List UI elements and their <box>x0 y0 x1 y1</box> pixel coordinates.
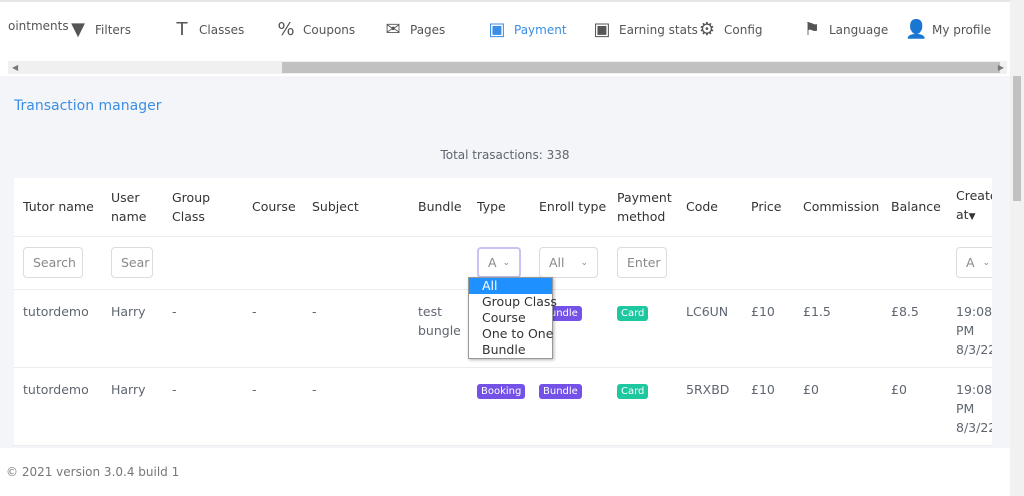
chevron-down-icon: ⌄ <box>982 257 990 268</box>
nav-pages[interactable]: ✉ Pages <box>383 19 445 40</box>
footer: © 2021 version 3.0.4 build 1 <box>0 448 1010 496</box>
nav-payment[interactable]: ▣ Payment <box>487 19 566 40</box>
user-icon: 👤 <box>905 19 928 40</box>
col-user-name: User name <box>102 178 163 237</box>
percent-icon: % <box>277 19 295 40</box>
scrollbar-thumb[interactable] <box>1013 76 1021 201</box>
envelope-icon: ✉ <box>385 19 401 40</box>
payment-method-input[interactable]: Enter <box>617 247 667 278</box>
chevron-down-icon: ⌄ <box>502 257 510 268</box>
col-group-class: Group Class <box>163 178 243 237</box>
col-type: Type <box>468 178 530 237</box>
scroll-left-icon[interactable]: ◀ <box>12 61 18 74</box>
filter-icon: ▼ <box>71 19 85 40</box>
tutor-search-input[interactable]: Search <box>23 247 83 278</box>
col-code: Code <box>677 178 742 237</box>
nav-classes[interactable]: T Classes <box>172 19 245 40</box>
col-price: Price <box>742 178 794 237</box>
option-group-class[interactable]: Group Class <box>469 294 557 310</box>
option-all[interactable]: All <box>469 278 552 294</box>
scroll-right-icon[interactable]: ▶ <box>998 61 1004 74</box>
top-nav: ointments ▼ Filters T Classes % Coupons ✉ Pa… <box>0 0 1010 76</box>
scrollbar-thumb[interactable] <box>282 62 1000 73</box>
money-icon: ▣ <box>593 19 611 40</box>
option-course[interactable]: Course <box>469 310 552 326</box>
enroll-badge: Bundle <box>539 383 582 399</box>
payment-badge: Card <box>617 383 649 399</box>
total-transactions: Total trasactions: 338 <box>440 148 570 162</box>
user-search-input[interactable]: Sear <box>111 247 153 278</box>
col-commission: Commission <box>794 178 882 237</box>
option-bundle[interactable]: Bundle <box>469 342 552 358</box>
nav-appointments[interactable]: ointments <box>8 19 69 33</box>
table-row: tutordemo Harry - - - Booking Bundle Car… <box>14 367 992 446</box>
col-tutor-name: Tutor name <box>14 178 102 237</box>
payment-badge: Card <box>617 305 649 321</box>
gears-icon: ⚙ <box>698 19 716 40</box>
nav-config[interactable]: ⚙ Config <box>697 19 763 40</box>
flag-icon: ⚑ <box>803 19 821 40</box>
created-at-select[interactable]: A ⌄ <box>956 247 992 278</box>
col-balance: Balance <box>882 178 947 237</box>
col-enroll-type: Enroll type <box>530 178 608 237</box>
money-icon: ▣ <box>488 19 506 40</box>
text-icon: T <box>176 19 188 40</box>
type-dropdown-menu: All Group Class Course One to One Bundle <box>468 277 557 359</box>
nav-language[interactable]: ⚑ Language <box>802 19 888 40</box>
nav-earning-stats[interactable]: ▣ Earning stats <box>592 19 697 40</box>
nav-coupons[interactable]: % Coupons <box>276 19 355 40</box>
col-payment-method: Payment method <box>608 178 677 237</box>
col-subject: Subject <box>303 178 409 237</box>
nav-filters[interactable]: ▼ Filters <box>68 19 131 40</box>
page-title: Transaction manager <box>14 98 162 114</box>
vertical-scrollbar[interactable] <box>1010 0 1024 496</box>
col-course: Course <box>243 178 303 237</box>
horizontal-scrollbar[interactable]: ◀ ▶ <box>8 61 1007 74</box>
chevron-down-icon: ⌄ <box>580 257 588 268</box>
sort-down-icon: ▼ <box>968 212 976 223</box>
nav-my-profile[interactable]: 👤 My profile <box>905 19 991 40</box>
col-bundle: Bundle <box>409 178 468 237</box>
option-one-to-one[interactable]: One to One <box>469 326 553 342</box>
enroll-type-select[interactable]: All ⌄ <box>539 247 598 278</box>
col-created-at[interactable]: Created at▼ <box>947 178 992 237</box>
type-badge: Booking <box>477 383 526 399</box>
type-select[interactable]: A ⌄ <box>477 247 521 278</box>
